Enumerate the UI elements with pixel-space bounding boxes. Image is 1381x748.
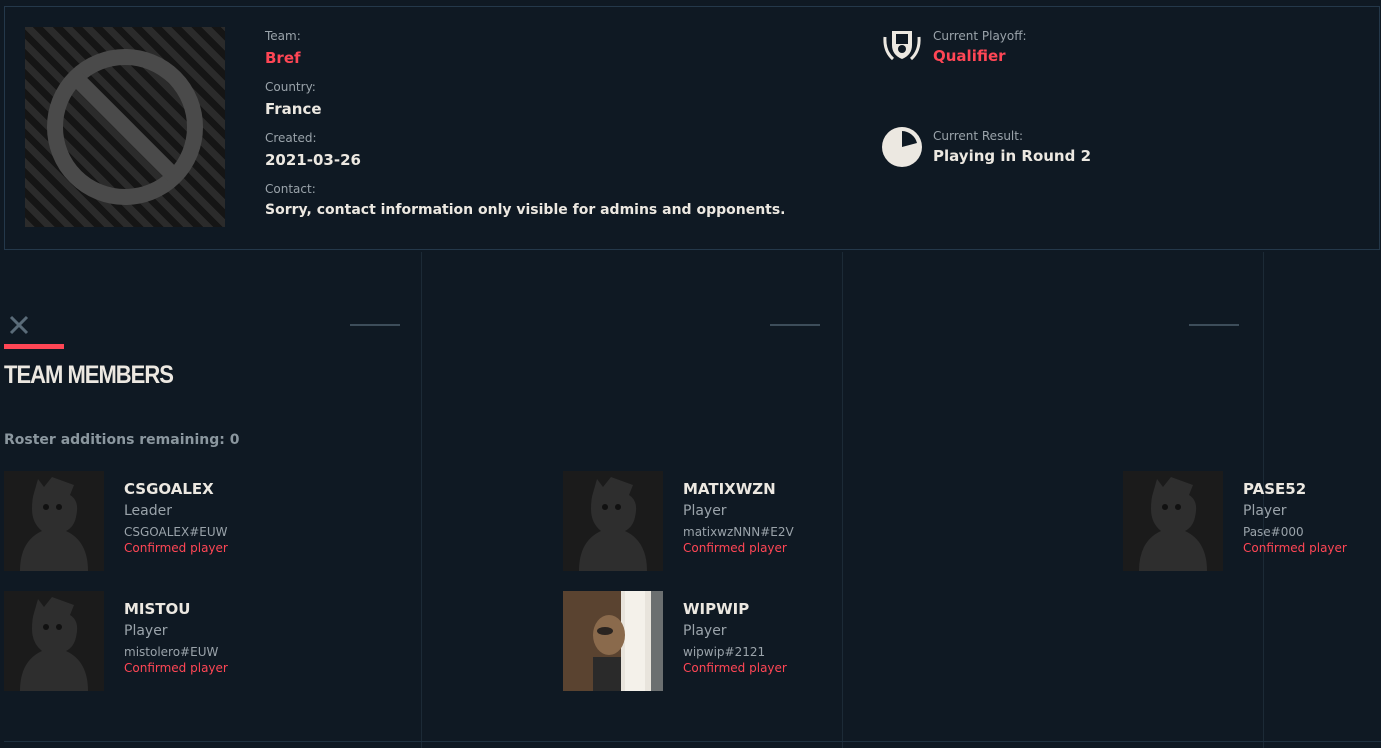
roster-additions-note: Roster additions remaining: 0 [4,432,240,448]
default-avatar-icon [1139,477,1207,571]
team-logo [25,27,225,227]
contact-value: Sorry, contact information only visible … [265,202,786,218]
column-divider [421,252,422,748]
member-role: Player [1243,503,1287,519]
member-riot-id: wipwip#2121 [683,645,766,659]
default-avatar-icon [20,477,88,571]
no-image-icon [47,49,203,205]
member-riot-id: CSGOALEX#EUW [124,525,228,539]
team-label: Team: [265,29,301,43]
member-card[interactable]: MISTOU Player mistolero#EUW Confirmed pl… [4,591,304,691]
section-accent-bar [4,344,64,349]
decorative-dash [770,324,820,326]
default-avatar-icon [20,597,88,691]
section-divider [4,741,1381,742]
member-role: Leader [124,503,173,519]
member-role: Player [683,503,727,519]
result-value: Playing in Round 2 [933,147,1092,165]
member-name: MISTOU [124,600,191,618]
created-label: Created: [265,131,317,145]
profile-photo [563,591,663,691]
member-status: Confirmed player [683,541,787,555]
country-label: Country: [265,80,316,94]
default-avatar-icon [579,477,647,571]
member-card[interactable]: MATIXWZN Player matixwzNNN#E2V Confirmed… [563,471,863,571]
member-name: CSGOALEX [124,480,214,498]
member-riot-id: Pase#000 [1243,525,1304,539]
member-card[interactable]: CSGOALEX Leader CSGOALEX#EUW Confirmed p… [4,471,304,571]
member-name: MATIXWZN [683,480,776,498]
member-status: Confirmed player [1243,541,1347,555]
member-riot-id: mistolero#EUW [124,645,219,659]
decorative-dash [350,324,400,326]
member-riot-id: matixwzNNN#E2V [683,525,794,539]
valorant-logo-icon [9,315,29,335]
playoff-value: Qualifier [933,47,1006,65]
avatar [4,591,104,691]
created-value: 2021-03-26 [265,151,361,169]
avatar [563,591,663,691]
team-name: Bref [265,49,301,67]
contact-label: Contact: [265,182,316,196]
member-role: Player [124,623,168,639]
member-name: PASE52 [1243,480,1307,498]
decorative-dash [1189,324,1239,326]
member-status: Confirmed player [124,661,228,675]
trophy-shield-icon [883,31,921,61]
playoff-label: Current Playoff: [933,29,1027,43]
member-card[interactable]: PASE52 Player Pase#000 Confirmed player [1123,471,1381,571]
section-title: TEAM MEMBERS [4,360,174,389]
member-status: Confirmed player [683,661,787,675]
country-value: France [265,100,322,118]
member-status: Confirmed player [124,541,228,555]
avatar [563,471,663,571]
pie-progress-icon [882,127,922,167]
avatar [1123,471,1223,571]
member-role: Player [683,623,727,639]
member-name: WIPWIP [683,600,750,618]
avatar [4,471,104,571]
result-label: Current Result: [933,129,1024,143]
member-card[interactable]: WIPWIP Player wipwip#2121 Confirmed play… [563,591,863,691]
team-info-card: Team: Bref Country: France Created: 2021… [4,6,1380,250]
